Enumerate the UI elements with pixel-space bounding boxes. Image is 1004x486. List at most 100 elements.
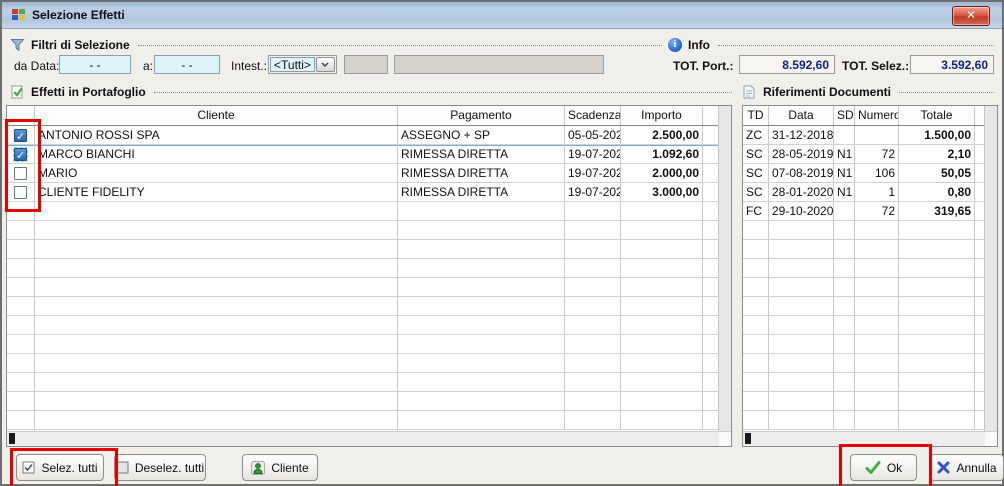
title-bar[interactable]: Selezione Effetti ✕ <box>2 2 1002 29</box>
vertical-scrollbar[interactable] <box>984 106 997 432</box>
cell-numero: 72 <box>855 202 899 221</box>
divider <box>154 92 732 93</box>
disabled-field-large <box>394 55 604 74</box>
person-icon <box>251 461 265 475</box>
cell-totale: 0,80 <box>899 183 975 202</box>
checkbox-icon[interactable] <box>14 186 27 199</box>
horizontal-scrollbar[interactable] <box>7 431 719 446</box>
table-row-empty <box>743 392 985 411</box>
checkbox-icon[interactable] <box>14 129 27 142</box>
cell-td: FC <box>743 202 769 221</box>
cell-totale: 50,05 <box>899 164 975 183</box>
checkbox-icon[interactable] <box>14 148 27 161</box>
cell-numero: 106 <box>855 164 899 183</box>
table-row-empty <box>7 202 719 221</box>
page-green-check-icon <box>10 85 25 99</box>
row-checkbox[interactable] <box>7 126 35 145</box>
table-row[interactable]: CLIENTE FIDELITY RIMESSA DIRETTA 19-07-2… <box>7 183 719 202</box>
table-row-empty <box>7 392 719 411</box>
table-row-empty <box>743 221 985 240</box>
portfolio-table-body: ANTONIO ROSSI SPA ASSEGNO + SP 05-05-202… <box>7 126 719 430</box>
windows-logo-icon <box>10 8 26 22</box>
annulla-button[interactable]: Annulla <box>930 454 1004 481</box>
cell-data: 28-05-2019 <box>769 145 834 164</box>
documents-table-body: ZC 31-12-2018 1.500,00 SC 28-05-2019 N1 … <box>743 126 985 430</box>
table-row-empty <box>7 411 719 430</box>
portfolio-table: Cliente Pagamento Scadenza Importo ANTON… <box>6 105 732 447</box>
table-row-empty <box>743 297 985 316</box>
section-filtri: Filtri di Selezione <box>10 37 662 52</box>
deselect-all-button[interactable]: Deselez. tutti <box>114 454 206 481</box>
horizontal-scrollbar[interactable] <box>743 431 985 446</box>
divider <box>718 45 994 46</box>
cell-totale: 2,10 <box>899 145 975 164</box>
cell-sd <box>834 202 855 221</box>
dialog-selezione-effetti: Selezione Effetti ✕ Filtri di Selezione … <box>0 0 1004 486</box>
a-label: a: <box>143 59 153 73</box>
section-riferimenti: Riferimenti Documenti <box>742 84 994 99</box>
cliente-button[interactable]: Cliente <box>242 454 318 481</box>
cliente-label: Cliente <box>271 461 308 475</box>
select-all-label: Selez. tutti <box>41 461 97 475</box>
col-checkbox <box>7 106 35 125</box>
cell-cliente: MARIO <box>35 164 398 183</box>
col-scadenza: Scadenza <box>565 106 621 125</box>
documents-table: TD Data SD Numero Totale ZC 31-12-2018 1… <box>742 105 998 447</box>
a-data-input[interactable]: - - <box>154 55 220 74</box>
cell-sd: N1 <box>834 164 855 183</box>
cell-importo: 2.500,00 <box>621 126 703 145</box>
table-row-empty <box>743 278 985 297</box>
cell-sd: N1 <box>834 145 855 164</box>
row-checkbox[interactable] <box>7 145 35 164</box>
tot-port-label: TOT. Port.: <box>673 59 733 73</box>
cell-td: SC <box>743 164 769 183</box>
table-row[interactable]: FC 29-10-2020 72 319,65 <box>743 202 985 221</box>
col-importo: Importo <box>621 106 703 125</box>
checkbox-icon[interactable] <box>14 167 27 180</box>
scrollbar-thumb[interactable] <box>9 433 15 444</box>
cell-td: SC <box>743 183 769 202</box>
ok-label: Ok <box>887 461 902 475</box>
ok-button[interactable]: Ok <box>850 454 917 481</box>
cell-totale: 1.500,00 <box>899 126 975 145</box>
table-row-empty <box>743 354 985 373</box>
cell-scadenza: 19-07-2022 <box>565 183 621 202</box>
table-row[interactable]: MARCO BIANCHI RIMESSA DIRETTA 19-07-2022… <box>7 145 719 164</box>
tot-port-value: 8.592,60 <box>739 55 835 74</box>
cell-numero <box>855 126 899 145</box>
row-checkbox[interactable] <box>7 164 35 183</box>
table-row-empty <box>7 278 719 297</box>
cell-pagamento: RIMESSA DIRETTA <box>398 164 565 183</box>
document-icon <box>742 85 757 99</box>
row-checkbox[interactable] <box>7 183 35 202</box>
select-all-button[interactable]: Selez. tutti <box>16 454 104 481</box>
cell-scadenza: 19-07-2022 <box>565 164 621 183</box>
table-row-empty <box>743 316 985 335</box>
annulla-label: Annulla <box>956 461 996 475</box>
cell-importo: 2.000,00 <box>621 164 703 183</box>
table-row[interactable]: SC 07-08-2019 N1 106 50,05 <box>743 164 985 183</box>
da-data-input[interactable]: - - <box>59 55 131 74</box>
table-row[interactable]: ANTONIO ROSSI SPA ASSEGNO + SP 05-05-202… <box>7 126 719 145</box>
vertical-scrollbar[interactable] <box>718 106 731 432</box>
table-row[interactable]: ZC 31-12-2018 1.500,00 <box>743 126 985 145</box>
table-row-empty <box>7 259 719 278</box>
dropdown-button[interactable] <box>316 57 335 72</box>
tot-selez-label: TOT. Selez.: <box>842 59 909 73</box>
table-row-empty <box>7 335 719 354</box>
intest-dropdown[interactable]: <Tutti> <box>268 55 337 74</box>
scrollbar-thumb[interactable] <box>745 433 751 444</box>
section-portafoglio-label: Effetti in Portafoglio <box>31 85 146 99</box>
unchecked-checkbox-icon <box>116 461 129 474</box>
table-row[interactable]: MARIO RIMESSA DIRETTA 19-07-2022 2.000,0… <box>7 164 719 183</box>
table-row[interactable]: SC 28-05-2019 N1 72 2,10 <box>743 145 985 164</box>
section-filtri-label: Filtri di Selezione <box>31 38 130 52</box>
section-portafoglio: Effetti in Portafoglio <box>10 84 732 99</box>
col-numero: Numero <box>855 106 899 125</box>
cell-sd: N1 <box>834 183 855 202</box>
table-row[interactable]: SC 28-01-2020 N1 1 0,80 <box>743 183 985 202</box>
documents-table-header: TD Data SD Numero Totale <box>743 106 985 126</box>
close-button[interactable]: ✕ <box>952 6 990 26</box>
cell-cliente: MARCO BIANCHI <box>35 145 398 164</box>
col-pagamento: Pagamento <box>398 106 565 125</box>
